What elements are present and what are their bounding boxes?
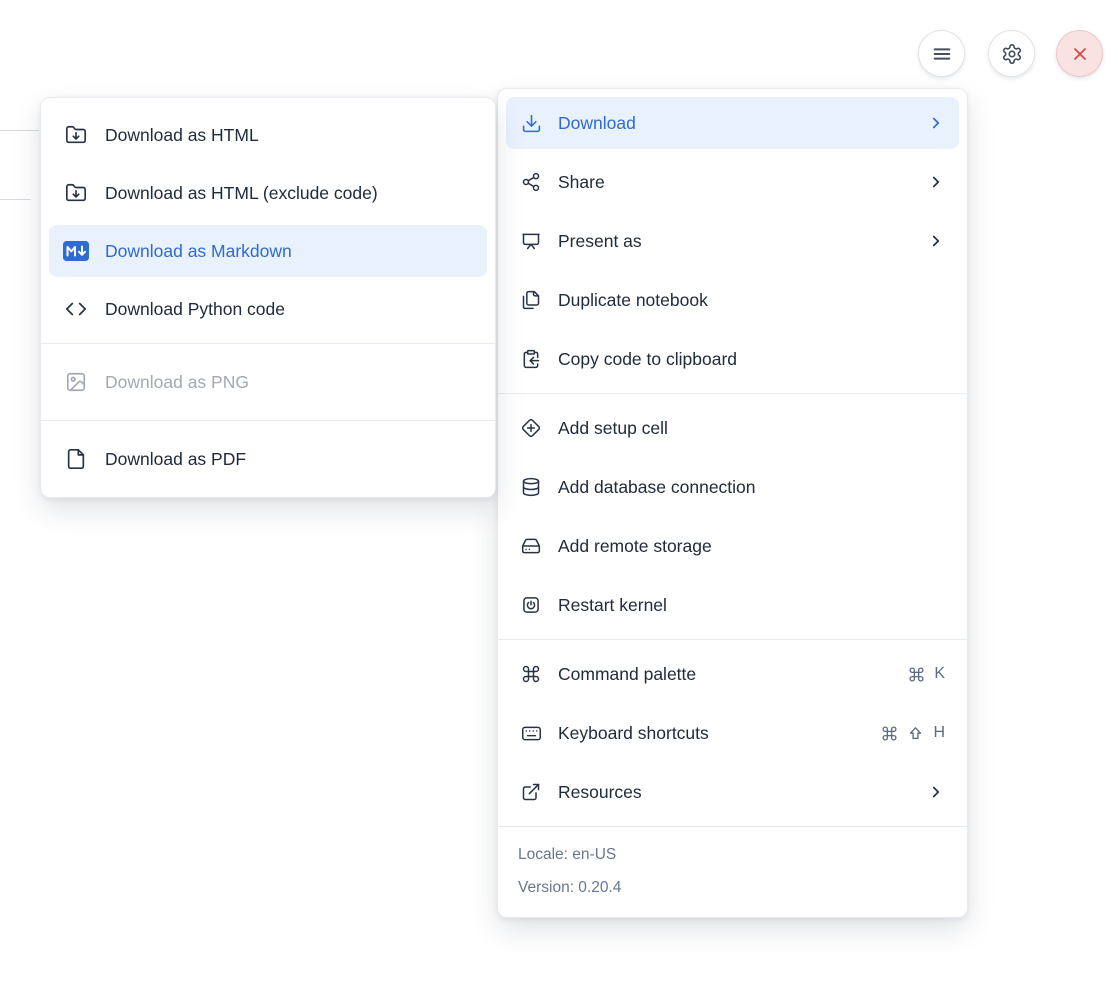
menu-item-present-as[interactable]: Present as [506,215,959,267]
menu-group-help: Command palette K Keyboard shortcuts H [498,639,967,826]
submenu-group-pdf: Download as PDF [41,420,495,497]
background-cell-border [0,130,39,131]
notebook-actions-menu: Download Share Present as [497,88,968,918]
menu-item-label: Resources [558,782,911,803]
version-text: Version: 0.20.4 [518,871,947,904]
menu-item-download-html[interactable]: Download as HTML [49,109,487,161]
menu-item-label: Download as HTML [105,125,473,146]
menu-item-download-markdown[interactable]: Download as Markdown [49,225,487,277]
menu-item-label: Present as [558,231,911,252]
duplicate-pages-icon [520,290,542,310]
locale-text: Locale: en-US [518,838,947,871]
menu-group-notebook: Add setup cell Add database connection A… [498,393,967,639]
presentation-icon [520,231,542,251]
submenu-group-formats: Download as HTML Download as HTML (exclu… [41,98,495,343]
database-icon [520,477,542,497]
background-cell-border [0,199,31,200]
file-icon [63,448,89,470]
shortcut-key: H [933,724,945,742]
menu-item-share[interactable]: Share [506,156,959,208]
shortcut-hint: K [908,665,945,683]
shortcut-key: K [934,665,945,683]
menu-item-label: Add remote storage [558,536,945,557]
menu-item-label: Download as PNG [105,372,473,393]
menu-item-label: Download [558,113,911,134]
menu-item-copy-code[interactable]: Copy code to clipboard [506,333,959,385]
menu-item-resources[interactable]: Resources [506,766,959,818]
gear-icon [1001,43,1023,65]
menu-item-download-python[interactable]: Download Python code [49,283,487,335]
download-icon [520,113,542,134]
hamburger-icon [931,43,953,65]
menu-item-label: Download as HTML (exclude code) [105,183,473,204]
menu-item-label: Download as PDF [105,449,473,470]
menu-item-label: Duplicate notebook [558,290,945,311]
markdown-download-icon [63,241,89,261]
diamond-plus-icon [520,418,542,438]
shutdown-button[interactable] [1056,30,1103,77]
command-key-icon [881,725,898,742]
menu-item-add-remote-storage[interactable]: Add remote storage [506,520,959,572]
menu-item-restart-kernel[interactable]: Restart kernel [506,579,959,631]
menu-item-label: Keyboard shortcuts [558,723,865,744]
command-key-icon [908,666,925,683]
image-icon [63,371,89,393]
code-icon [63,298,89,320]
clipboard-copy-icon [520,349,542,369]
menu-item-download[interactable]: Download [506,97,959,149]
submenu-group-png: Download as PNG [41,343,495,420]
menu-item-label: Add setup cell [558,418,945,439]
menu-item-label: Add database connection [558,477,945,498]
notebook-app-screen: Download Share Present as [0,0,1118,984]
keyboard-icon [520,723,542,744]
chevron-right-icon [927,783,945,801]
menu-item-download-png: Download as PNG [49,356,487,408]
menu-item-label: Download Python code [105,299,473,320]
close-icon [1070,44,1090,64]
hard-drive-icon [520,536,542,556]
menu-item-label: Download as Markdown [105,241,473,262]
menu-item-add-setup-cell[interactable]: Add setup cell [506,402,959,454]
folder-download-icon [63,124,89,146]
menu-item-label: Command palette [558,664,892,685]
command-icon [520,664,542,684]
folder-download-icon [63,182,89,204]
menu-item-label: Share [558,172,911,193]
menu-item-keyboard-shortcuts[interactable]: Keyboard shortcuts H [506,707,959,759]
menu-item-label: Copy code to clipboard [558,349,945,370]
chevron-right-icon [927,114,945,132]
square-power-icon [520,595,542,615]
download-submenu: Download as HTML Download as HTML (exclu… [40,97,496,498]
menu-item-duplicate-notebook[interactable]: Duplicate notebook [506,274,959,326]
notebook-menu-button[interactable] [918,30,965,77]
shortcut-hint: H [881,724,945,742]
menu-item-download-pdf[interactable]: Download as PDF [49,433,487,485]
menu-item-add-database[interactable]: Add database connection [506,461,959,513]
menu-group-primary: Download Share Present as [498,89,967,393]
share-icon [520,172,542,192]
chevron-right-icon [927,232,945,250]
menu-item-command-palette[interactable]: Command palette K [506,648,959,700]
shift-key-icon [907,725,924,742]
settings-button[interactable] [988,30,1035,77]
chevron-right-icon [927,173,945,191]
menu-footer: Locale: en-US Version: 0.20.4 [498,826,967,917]
external-link-icon [520,782,542,802]
menu-item-label: Restart kernel [558,595,945,616]
menu-item-download-html-exclude-code[interactable]: Download as HTML (exclude code) [49,167,487,219]
